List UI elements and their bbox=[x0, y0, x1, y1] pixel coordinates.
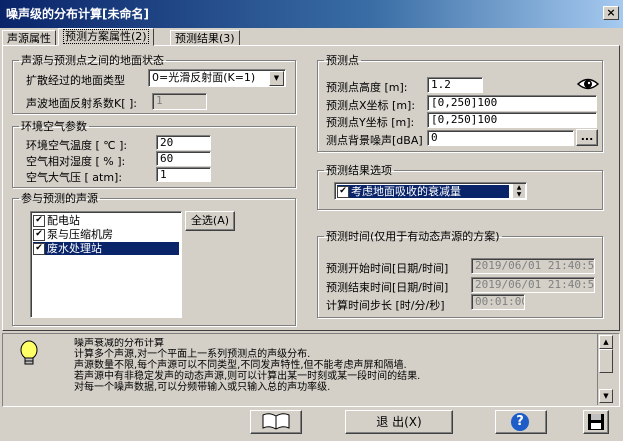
ground-coef-label: 声波地面反射系数K[ ]: bbox=[26, 97, 137, 110]
scroll-down-icon[interactable]: ▼ bbox=[599, 389, 613, 403]
air-pressure-field[interactable]: 1 bbox=[156, 167, 211, 182]
checkbox-checked-icon[interactable]: ✔ bbox=[33, 229, 45, 241]
point-y-field[interactable]: [0,250]100 bbox=[427, 112, 597, 128]
close-button[interactable]: × bbox=[603, 6, 619, 20]
background-noise-browse-button[interactable]: ... bbox=[576, 129, 598, 146]
list-item[interactable]: ✔ 废水处理站 bbox=[33, 242, 179, 255]
point-bg-field[interactable]: 0 bbox=[427, 130, 574, 146]
list-item[interactable]: ✔ 泵与压缩机房 bbox=[33, 228, 179, 241]
ground-type-select[interactable]: 0=光滑反射面(K=1) ▼ bbox=[148, 69, 286, 87]
window-title-bar: 噪声级的分布计算[未命名] bbox=[0, 0, 623, 28]
point-x-field[interactable]: [0,250]100 bbox=[427, 95, 597, 111]
select-all-button[interactable]: 全选(A) bbox=[185, 211, 235, 231]
air-temp-label: 环境空气温度 [ ℃ ]: bbox=[26, 139, 128, 152]
options-listbox[interactable]: ✔ 考虑地面吸收的衰减量 ▲ ▼ bbox=[334, 182, 527, 200]
book-icon bbox=[261, 413, 291, 434]
point-height-field[interactable]: 1.2 bbox=[427, 77, 483, 93]
info-scrollbar[interactable]: ▲ ▼ bbox=[597, 334, 613, 405]
ground-legend: 声源与预测点之间的地面状态 bbox=[21, 54, 164, 67]
point-height-label: 预测点高度 [m]: bbox=[326, 81, 408, 94]
list-item[interactable]: ✔ 考虑地面吸收的衰减量 bbox=[337, 185, 509, 198]
info-line: 若声源中有非稳定发声的动态声源,则可以计算出某一时刻或某一段时间的结果. bbox=[74, 371, 421, 382]
point-bg-label: 测点背景噪声[dBA] bbox=[326, 134, 423, 147]
ground-type-label: 扩散经过的地面类型 bbox=[26, 74, 125, 87]
point-legend: 预测点 bbox=[326, 54, 359, 67]
point-x-label: 预测点X坐标 [m]: bbox=[326, 99, 416, 112]
sources-legend: 参与预测的声源 bbox=[21, 192, 98, 205]
option-label: 考虑地面吸收的衰减量 bbox=[351, 185, 461, 198]
checkbox-checked-icon[interactable]: ✔ bbox=[33, 215, 45, 227]
time-step-field[interactable]: 00:01:00 bbox=[471, 294, 525, 310]
info-line: 噪声衰减的分布计算 bbox=[74, 338, 164, 349]
help-button[interactable]: ? bbox=[495, 410, 547, 434]
time-legend: 预测时间(仅用于有动态声源的方案) bbox=[326, 230, 500, 243]
end-time-field[interactable]: 2019/06/01 21:40:55 bbox=[471, 277, 595, 293]
window-title: 噪声级的分布计算[未命名] bbox=[6, 7, 149, 21]
end-time-label: 预测结束时间[日期/时间] bbox=[326, 281, 449, 294]
air-temp-field[interactable]: 20 bbox=[156, 135, 211, 150]
help-icon: ? bbox=[511, 413, 529, 431]
list-item[interactable]: ✔ 配电站 bbox=[33, 214, 179, 227]
options-legend: 预测结果选项 bbox=[326, 164, 392, 177]
air-humidity-label: 空气相对湿度 [ % ]: bbox=[26, 155, 126, 168]
save-button[interactable] bbox=[583, 410, 609, 434]
info-text: 噪声衰减的分布计算 计算多个声源,对一个平面上一系列预测点的声级分布. 声源数量… bbox=[74, 338, 594, 404]
floppy-disk-icon bbox=[587, 414, 605, 434]
info-line: 对每一个噪声数据,可以分频带输入或只输入总的声功率级. bbox=[74, 382, 331, 393]
air-humidity-field[interactable]: 60 bbox=[156, 151, 211, 166]
manual-button[interactable] bbox=[250, 410, 302, 434]
scroll-up-icon[interactable]: ▲ bbox=[599, 335, 613, 349]
tab-prediction-results[interactable]: 预测结果(3) bbox=[170, 30, 240, 46]
scroll-thumb[interactable] bbox=[599, 349, 613, 373]
time-step-label: 计算时间步长 [时/分/秒] bbox=[326, 299, 445, 312]
start-time-label: 预测开始时间[日期/时间] bbox=[326, 262, 449, 275]
tab-prediction-scheme-label: 预测方案属性(2) bbox=[63, 29, 149, 44]
source-label: 泵与压缩机房 bbox=[47, 228, 113, 241]
ground-coef-field[interactable]: 1 bbox=[152, 93, 207, 110]
point-y-label: 预测点Y坐标 [m]: bbox=[326, 116, 415, 129]
air-legend: 环境空气参数 bbox=[21, 120, 87, 133]
spinner-icon[interactable]: ▲ ▼ bbox=[513, 184, 525, 198]
tab-prediction-scheme[interactable]: 预测方案属性(2) bbox=[58, 28, 154, 46]
chevron-down-icon[interactable]: ▼ bbox=[269, 71, 284, 86]
start-time-field[interactable]: 2019/06/01 21:40:55 bbox=[471, 258, 595, 274]
info-line: 声源数量不限,每个声源可以不同类型,不同发声特性,但不能考虑声屏和隔墙. bbox=[74, 360, 407, 371]
lightbulb-icon bbox=[18, 340, 40, 368]
checkbox-checked-icon[interactable]: ✔ bbox=[33, 243, 45, 255]
sources-listbox[interactable]: ✔ 配电站 ✔ 泵与压缩机房 ✔ 废水处理站 bbox=[30, 211, 182, 318]
eye-icon[interactable] bbox=[576, 76, 600, 92]
checkbox-checked-icon[interactable]: ✔ bbox=[337, 186, 349, 198]
source-label: 废水处理站 bbox=[47, 242, 102, 255]
info-line: 计算多个声源,对一个平面上一系列预测点的声级分布. bbox=[74, 349, 311, 360]
source-label: 配电站 bbox=[47, 214, 80, 227]
air-pressure-label: 空气大气压 [ atm]: bbox=[26, 171, 123, 184]
tab-source-properties[interactable]: 声源属性 bbox=[2, 30, 56, 46]
exit-button[interactable]: 退 出(X) bbox=[345, 410, 453, 434]
ground-type-value: 0=光滑反射面(K=1) bbox=[152, 71, 256, 84]
